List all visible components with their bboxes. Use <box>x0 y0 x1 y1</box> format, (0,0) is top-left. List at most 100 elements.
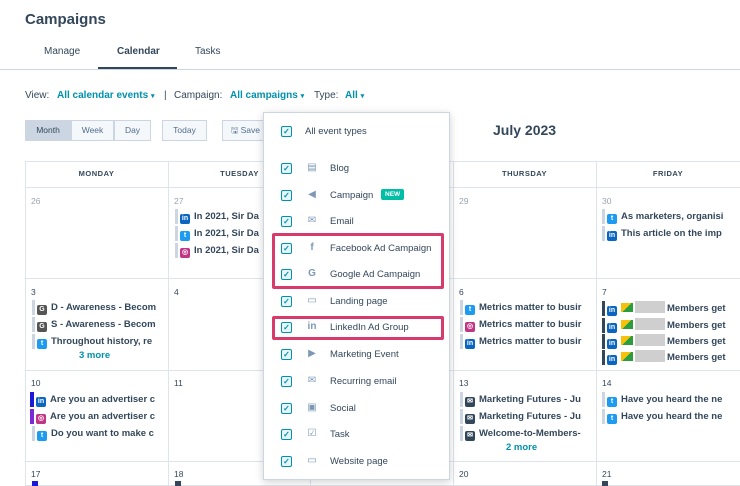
month-view-button[interactable]: Month <box>25 120 71 141</box>
option-marketing-event[interactable]: ✓ ▶ Marketing Event <box>264 344 451 366</box>
grid-line <box>453 161 454 486</box>
date-number: 7 <box>602 287 607 297</box>
tab-manage[interactable]: Manage <box>44 46 80 57</box>
checkbox[interactable]: ✓ <box>281 296 292 307</box>
week-view-button[interactable]: Week <box>71 120 114 141</box>
instagram-icon: ◎ <box>36 414 46 424</box>
option-recurring-email[interactable]: ✓ ✉ Recurring email <box>264 371 451 393</box>
twitter-icon: t <box>465 305 475 315</box>
event-type-dropdown: ✓ All event types ✓ ▤ Blog ✓ ◀ Campaign NEW ✓… <box>263 112 450 480</box>
envelope-icon: ✉ <box>307 375 317 386</box>
checkbox[interactable]: ✓ <box>281 216 292 227</box>
option-label: Blog <box>330 163 350 174</box>
day-header-thursday: THURSDAY <box>502 169 547 178</box>
calendar-event[interactable]: ◎ Are you an advertiser c <box>30 409 167 424</box>
date-number: 30 <box>602 196 612 206</box>
ad-logo-icon <box>621 336 633 345</box>
redacted-text <box>635 318 665 330</box>
option-landing-page[interactable]: ✓ ▭ Landing page <box>264 291 451 313</box>
date-number: 3 <box>31 287 36 297</box>
browser-icon: ▭ <box>307 455 317 466</box>
calendar-event[interactable]: t As marketers, organisi <box>602 209 738 224</box>
linkedin-icon: in <box>180 214 190 224</box>
date-number: 27 <box>174 196 184 206</box>
option-website-page[interactable]: ✓ ▭ Website page <box>264 451 451 473</box>
checkbox[interactable]: ✓ <box>281 376 292 387</box>
tab-calendar[interactable]: Calendar <box>117 46 160 57</box>
option-social[interactable]: ✓ ▣ Social <box>264 398 451 420</box>
checkbox[interactable]: ✓ <box>281 456 292 467</box>
checkbox[interactable]: ✓ <box>281 429 292 440</box>
calendar-event[interactable]: t Have you heard the ne <box>602 409 738 424</box>
calendar-event[interactable]: t Have you heard the ne <box>602 392 738 407</box>
date-number: 14 <box>602 378 612 388</box>
calendar-event[interactable]: ✉ Marketing Futures - Ju <box>460 409 595 424</box>
twitter-icon: t <box>607 397 617 407</box>
view-filter-dropdown[interactable]: All calendar events ▾ <box>57 90 154 101</box>
checkbox[interactable]: ✓ <box>281 163 292 174</box>
date-number: 29 <box>459 196 469 206</box>
checkbox[interactable]: ✓ <box>281 349 292 360</box>
checkbox[interactable]: ✓ <box>281 403 292 414</box>
calendar-event[interactable]: in Members get <box>602 350 738 365</box>
comment-icon: ▣ <box>307 402 317 413</box>
date-number: 18 <box>174 469 184 479</box>
calendar-event[interactable]: in Are you an advertiser c <box>30 392 167 407</box>
type-filter-label: Type: <box>314 90 339 101</box>
video-icon: ▶ <box>308 348 316 359</box>
new-badge: NEW <box>381 189 405 200</box>
ad-logo-icon <box>621 303 633 312</box>
calendar-event[interactable]: ✉ Marketing Futures - Ju <box>460 392 595 407</box>
linkedin-icon: in <box>36 397 46 407</box>
calendar-event[interactable]: ✉ Welcome-to-Members- <box>460 426 595 441</box>
google-icon: G <box>37 305 47 315</box>
type-filter-dropdown[interactable]: All ▾ <box>345 90 364 101</box>
save-icon: 🖫 <box>231 125 239 135</box>
calendar-event[interactable]: in Metrics matter to busir <box>460 334 595 349</box>
instagram-icon: ◎ <box>465 322 475 332</box>
more-events-link[interactable]: 3 more <box>79 350 110 361</box>
today-button[interactable]: Today <box>162 120 207 141</box>
date-number: 21 <box>602 469 612 479</box>
calendar-event[interactable]: in Members get <box>602 318 738 333</box>
envelope-icon: ✉ <box>465 414 475 424</box>
highlight-box <box>272 316 444 340</box>
option-blog[interactable]: ✓ ▤ Blog <box>264 158 451 180</box>
calendar-event[interactable]: in Members get <box>602 334 738 349</box>
option-task[interactable]: ✓ ☑ Task <box>264 424 451 446</box>
calendar-event[interactable]: in Members get <box>602 301 738 316</box>
grid-line <box>596 161 597 486</box>
envelope-icon: ✉ <box>465 431 475 441</box>
date-number: 10 <box>31 378 41 388</box>
chevron-down-icon: ▾ <box>360 93 365 100</box>
option-all-event-types[interactable]: ✓ All event types <box>264 121 451 143</box>
redacted-text <box>635 301 665 313</box>
option-campaign[interactable]: ✓ ◀ Campaign NEW <box>264 185 451 207</box>
option-label: Email <box>330 216 354 227</box>
filter-separator: | <box>164 90 167 101</box>
calendar-event[interactable]: t Throughout history, re <box>32 334 167 349</box>
envelope-icon: ✉ <box>307 215 317 226</box>
tabs-divider <box>0 69 740 70</box>
twitter-icon: t <box>607 414 617 424</box>
option-label: Campaign <box>330 190 374 201</box>
event-stub <box>602 481 608 486</box>
calendar-event[interactable]: t Do you want to make c <box>32 426 167 441</box>
campaign-filter-dropdown[interactable]: All campaigns ▾ <box>230 90 304 101</box>
more-events-link[interactable]: 2 more <box>506 442 537 453</box>
date-number: 17 <box>31 469 41 479</box>
calendar-event[interactable]: t Metrics matter to busir <box>460 300 595 315</box>
tab-tasks[interactable]: Tasks <box>195 46 221 57</box>
checkbox[interactable]: ✓ <box>281 190 292 201</box>
option-email[interactable]: ✓ ✉ Email <box>264 211 451 233</box>
event-stub <box>175 481 181 486</box>
date-number: 13 <box>459 378 469 388</box>
calendar-event[interactable]: GS - Awareness - Becom <box>32 317 167 332</box>
calendar-event[interactable]: ◎ Metrics matter to busir <box>460 317 595 332</box>
calendar-event[interactable]: in This article on the imp <box>602 226 738 241</box>
day-view-button[interactable]: Day <box>114 120 151 141</box>
calendar-event[interactable]: GD - Awareness - Becom <box>32 300 167 315</box>
highlight-box <box>272 233 444 289</box>
checkbox[interactable]: ✓ <box>281 126 292 137</box>
redacted-text <box>635 334 665 346</box>
